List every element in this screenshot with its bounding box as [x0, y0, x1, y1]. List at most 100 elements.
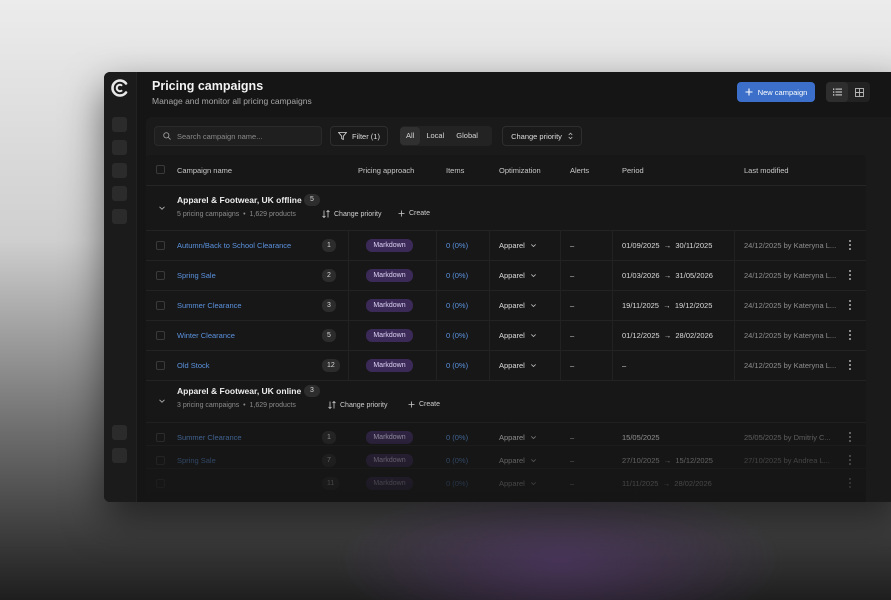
row-checkbox[interactable] [156, 433, 165, 442]
rail-nav-item[interactable] [112, 163, 127, 178]
priority-badge: 12 [322, 359, 340, 372]
more-vertical-icon[interactable] [848, 454, 852, 466]
campaign-name-link[interactable]: Old Stock [177, 361, 210, 370]
chevron-down-icon[interactable] [158, 204, 166, 212]
row-checkbox[interactable] [156, 479, 165, 488]
table-row[interactable]: Old Stock 12 Markdown 0 (0%) Apparel – – 24/12/… [146, 350, 866, 380]
rail-nav-item[interactable] [112, 209, 127, 224]
rail-nav-item[interactable] [112, 140, 127, 155]
pricing-approach-badge: Markdown [366, 329, 413, 342]
rail-nav-item[interactable] [112, 425, 127, 440]
more-vertical-icon[interactable] [848, 359, 852, 371]
items-link[interactable]: 0 (0%) [446, 331, 468, 340]
rail-nav-item[interactable] [112, 117, 127, 132]
chevron-down-icon [530, 244, 536, 248]
row-checkbox[interactable] [156, 361, 165, 370]
search-placeholder: Search campaign name... [177, 131, 263, 141]
table-row[interactable]: Spring Sale 2 Markdown 0 (0%) Apparel – 01/03/… [146, 260, 866, 290]
optimization-dropdown[interactable]: Apparel [499, 479, 537, 488]
more-vertical-icon[interactable] [848, 329, 852, 341]
tab-global[interactable]: Global [450, 127, 484, 145]
search-input[interactable]: Search campaign name... [154, 126, 322, 146]
plus-icon [398, 210, 405, 217]
more-vertical-icon[interactable] [848, 239, 852, 251]
last-modified: 27/10/2025 by Andrea L... [744, 456, 830, 465]
arrow-right-icon: → [659, 456, 676, 465]
optimization-dropdown[interactable]: Apparel [499, 433, 537, 442]
change-priority-select[interactable]: Change priority [502, 126, 582, 146]
group-change-priority-button[interactable]: Change priority [328, 401, 387, 409]
items-link[interactable]: 0 (0%) [446, 361, 468, 370]
col-optimization[interactable]: Optimization [499, 166, 541, 175]
chevron-down-icon [530, 459, 536, 463]
row-checkbox[interactable] [156, 241, 165, 250]
row-checkbox[interactable] [156, 331, 165, 340]
more-vertical-icon[interactable] [848, 269, 852, 281]
period-start: 15/05/2025 [622, 433, 660, 442]
col-pricing-approach[interactable]: Pricing approach [358, 166, 414, 175]
updown-chevron-icon [568, 132, 573, 140]
more-vertical-icon[interactable] [848, 299, 852, 311]
row-checkbox[interactable] [156, 456, 165, 465]
more-vertical-icon[interactable] [848, 431, 852, 443]
grid-view-icon [854, 87, 864, 97]
optimization-dropdown[interactable]: Apparel [499, 361, 537, 370]
list-view-button[interactable] [826, 82, 848, 102]
optimization-dropdown[interactable]: Apparel [499, 301, 537, 310]
filter-button[interactable]: Filter (1) [330, 126, 388, 146]
rail-nav-item[interactable] [112, 448, 127, 463]
items-link[interactable]: 0 (0%) [446, 433, 468, 442]
col-period[interactable]: Period [622, 166, 644, 175]
more-vertical-icon[interactable] [848, 477, 852, 489]
items-link[interactable]: 0 (0%) [446, 456, 468, 465]
rail-nav-item[interactable] [112, 186, 127, 201]
optimization-dropdown[interactable]: Apparel [499, 456, 537, 465]
items-link[interactable]: 0 (0%) [446, 271, 468, 280]
items-link[interactable]: 0 (0%) [446, 241, 468, 250]
items-link[interactable]: 0 (0%) [446, 301, 468, 310]
logo-icon[interactable] [110, 78, 130, 98]
table-row[interactable]: 11 Markdown 0 (0%) Apparel – 11/11/2025 → 28/… [146, 468, 866, 498]
optimization-value: Apparel [499, 301, 525, 310]
tab-local[interactable]: Local [420, 127, 450, 145]
campaign-name-link[interactable]: Autumn/Back to School Clearance [177, 241, 291, 250]
table-row[interactable]: Winter Clearance 5 Markdown 0 (0%) Apparel – 0… [146, 320, 866, 350]
group-create-button[interactable]: Create [408, 401, 440, 408]
optimization-dropdown[interactable]: Apparel [499, 241, 537, 250]
column-divider [560, 230, 561, 380]
grid-view-button[interactable] [848, 82, 870, 102]
table-row[interactable]: Autumn/Back to School Clearance 1 Markdown… [146, 230, 866, 260]
campaign-name-link[interactable]: Spring Sale [177, 456, 216, 465]
group-change-priority-button[interactable]: Change priority [322, 210, 381, 218]
group-campaign-count: 3 pricing campaigns [177, 402, 240, 409]
campaign-name-link[interactable]: Winter Clearance [177, 331, 235, 340]
optimization-dropdown[interactable]: Apparel [499, 331, 537, 340]
campaigns-table: Campaign name Pricing approach Items Opt… [146, 155, 866, 502]
priority-badge: 1 [322, 431, 336, 444]
table-row[interactable]: Summer Clearance 3 Markdown 0 (0%) Apparel – 1… [146, 290, 866, 320]
campaign-name-link[interactable]: Summer Clearance [177, 301, 242, 310]
campaign-name-link[interactable]: Summer Clearance [177, 433, 242, 442]
col-items[interactable]: Items [446, 166, 464, 175]
priority-badge: 7 [322, 454, 336, 467]
chevron-down-icon[interactable] [158, 397, 166, 405]
period-start: 01/12/2025 [622, 331, 660, 340]
chevron-down-icon [530, 436, 536, 440]
group-header: Apparel & Footwear, UK offline 5 5 prici… [146, 185, 866, 230]
select-all-checkbox[interactable] [156, 165, 165, 174]
col-campaign-name[interactable]: Campaign name [177, 166, 232, 175]
col-last-modified[interactable]: Last modified [744, 166, 789, 175]
optimization-dropdown[interactable]: Apparel [499, 271, 537, 280]
col-alerts[interactable]: Alerts [570, 166, 589, 175]
campaign-name-link[interactable]: Spring Sale [177, 271, 216, 280]
new-campaign-button[interactable]: New campaign [737, 82, 815, 102]
row-checkbox[interactable] [156, 271, 165, 280]
items-link[interactable]: 0 (0%) [446, 479, 468, 488]
tab-all[interactable]: All [400, 127, 421, 145]
priority-badge: 11 [322, 477, 340, 490]
dot-separator: • [241, 402, 248, 409]
chevron-down-icon [530, 274, 536, 278]
group-create-button[interactable]: Create [398, 210, 430, 217]
row-checkbox[interactable] [156, 301, 165, 310]
period-end: 28/02/2026 [674, 479, 712, 488]
